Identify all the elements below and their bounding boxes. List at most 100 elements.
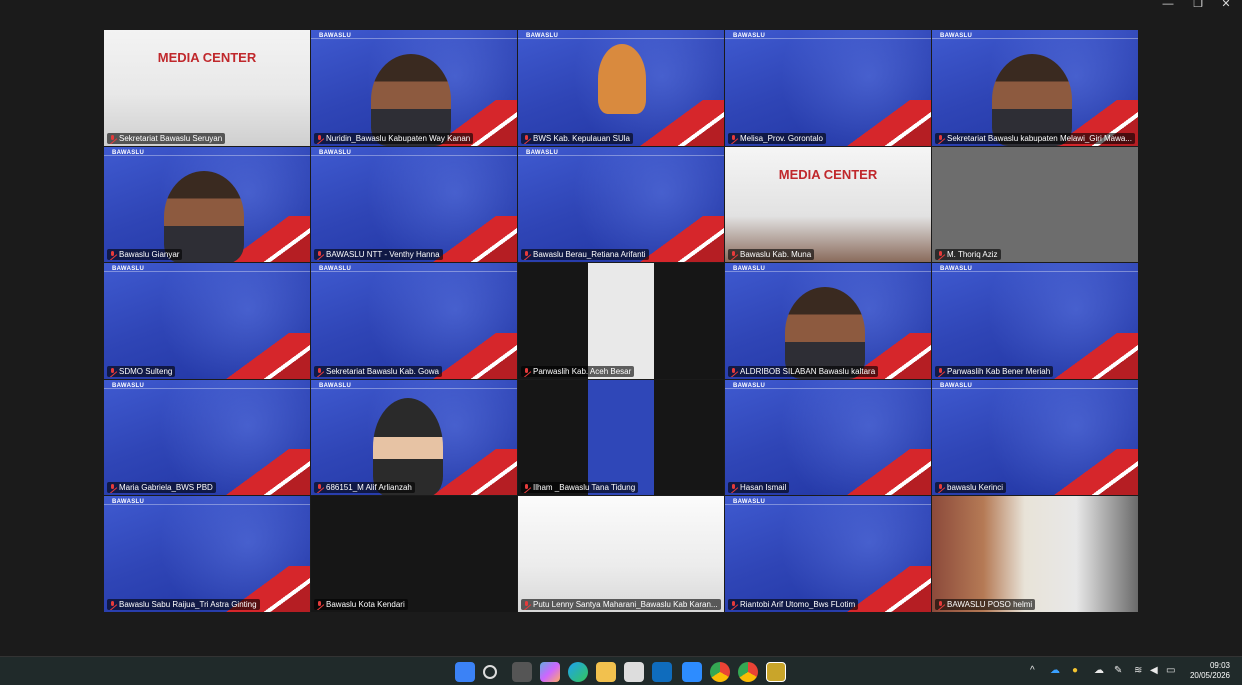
bawaslu-logo: BAWASLU xyxy=(733,33,766,39)
bawaslu-logo: BAWASLU xyxy=(319,266,352,273)
muted-mic-icon xyxy=(731,134,737,142)
copilot-icon[interactable] xyxy=(540,662,560,682)
participant-tile[interactable]: BAWASLU SDMO Sulteng xyxy=(104,263,310,379)
muted-mic-icon xyxy=(317,484,323,491)
bawaslu-logo: BAWASLU xyxy=(940,382,973,389)
close-button[interactable]: ✕ xyxy=(1212,0,1240,10)
windows-taskbar: ^ ☁ ● ☁ ✎ ≋ ◀ ▭ 09:03 20/05/2026 xyxy=(0,656,1242,685)
bawaslu-logo: BAWASLU xyxy=(319,33,352,39)
participant-name: Panwaslih Kab. Aceh Besar xyxy=(533,366,632,376)
participant-name-label: SDMO Sulteng xyxy=(107,365,176,377)
outlook-icon[interactable] xyxy=(652,662,672,682)
muted-mic-icon xyxy=(110,134,116,142)
participant-tile[interactable]: BAWASLU ALDRIBOB SILABAN Bawaslu kaltara xyxy=(725,263,931,379)
participant-name-label: Sekretariat Bawaslu kabupaten Melawi_Gir… xyxy=(935,132,1135,144)
participant-name-label: Hasan Ismail xyxy=(728,482,790,494)
participant-tile[interactable]: BAWASLU 686151_M Alif Arlianzah xyxy=(311,379,517,496)
participant-tile[interactable]: BAWASLU Nuridin_Bawaslu Kabupaten Way Kan… xyxy=(311,30,517,146)
zoom-icon[interactable] xyxy=(682,662,702,682)
wifi-icon[interactable]: ≋ xyxy=(1134,665,1142,676)
restore-button[interactable]: ❐ xyxy=(1184,0,1212,10)
chrome-icon[interactable] xyxy=(710,662,730,682)
participant-name: Putu Lenny Santya Maharani_Bawaslu Kab K… xyxy=(533,599,718,609)
active-app-icon[interactable] xyxy=(766,662,786,682)
muted-mic-icon xyxy=(110,367,116,375)
pen-icon[interactable]: ✎ xyxy=(1114,665,1122,676)
security-icon[interactable]: ● xyxy=(1072,665,1078,676)
participant-tile[interactable]: MEDIA CENTER Sekretariat Bawaslu Seruyan xyxy=(104,30,310,146)
bawaslu-logo: BAWASLU xyxy=(940,266,973,273)
participant-name-label: Bawaslu Kab. Muna xyxy=(728,249,815,261)
onedrive-icon[interactable]: ☁ xyxy=(1050,665,1060,676)
participant-name-label: Ilham _Bawaslu Tana Tidung xyxy=(521,482,639,494)
participant-tile[interactable]: BAWASLU Sekretariat Bawaslu Kab. Gowa xyxy=(311,263,517,379)
participant-name: BWS Kab. Kepulauan SUla xyxy=(533,133,630,143)
participant-name-label: Bawaslu Kota Kendari xyxy=(314,598,408,610)
minimize-button[interactable]: — xyxy=(1154,0,1182,10)
participant-name-label: bawaslu Kerinci xyxy=(935,482,1007,494)
participant-tile[interactable]: Bawaslu Kota Kendari xyxy=(311,496,517,612)
participant-name-label: Melisa_Prov. Gorontalo xyxy=(728,132,826,144)
participant-name: ALDRIBOB SILABAN Bawaslu kaltara xyxy=(740,366,876,376)
muted-mic-icon xyxy=(524,251,530,258)
cloud-icon[interactable]: ☁ xyxy=(1094,665,1104,676)
participant-name: Sekretariat Bawaslu kabupaten Melawi_Gir… xyxy=(947,133,1132,143)
participant-tile[interactable]: BAWASLU Hasan Ismail xyxy=(725,379,931,496)
participant-name: Maria Gabriela_BWS PBD xyxy=(119,483,213,493)
participant-tile[interactable]: BAWASLU Sekretariat Bawaslu kabupaten Mel… xyxy=(932,30,1138,146)
participant-video xyxy=(371,54,451,146)
participant-tile[interactable]: Ilham _Bawaslu Tana Tidung xyxy=(518,379,724,496)
participant-video xyxy=(588,379,654,496)
search-icon[interactable] xyxy=(483,665,497,679)
participant-tile[interactable]: BAWASLU Maria Gabriela_BWS PBD xyxy=(104,379,310,496)
participant-tile[interactable]: BAWASLU Riantobi Arif Utomo_Bws FLotim xyxy=(725,496,931,612)
task-view-icon[interactable] xyxy=(512,662,532,682)
muted-mic-icon xyxy=(317,600,323,608)
participant-tile[interactable]: BAWASLU Bawaslu Gianyar xyxy=(104,146,310,263)
participant-tile[interactable]: Panwaslih Kab. Aceh Besar xyxy=(518,263,724,379)
participant-name: Nuridin_Bawaslu Kabupaten Way Kanan xyxy=(326,133,471,143)
muted-mic-icon xyxy=(317,134,323,142)
participant-name-label: Nuridin_Bawaslu Kabupaten Way Kanan xyxy=(314,132,474,144)
participant-name-label: BAWASLU NTT - Venthy Hanna xyxy=(314,249,443,261)
chevron-up-icon[interactable]: ^ xyxy=(1030,665,1035,676)
muted-mic-icon xyxy=(524,367,530,375)
participant-name: Bawaslu Kab. Muna xyxy=(740,250,812,260)
participant-tile[interactable]: BAWASLU Bawaslu Sabu Raijua_Tri Astra Gin… xyxy=(104,496,310,612)
edge-icon[interactable] xyxy=(568,662,588,682)
participant-tile[interactable]: BAWASLU BAWASLU NTT - Venthy Hanna xyxy=(311,146,517,263)
windows-start-icon[interactable] xyxy=(455,662,475,682)
bawaslu-logo: BAWASLU xyxy=(112,149,145,156)
participant-name-label: BAWASLU POSO helmi xyxy=(935,598,1036,610)
participant-name: bawaslu Kerinci xyxy=(947,483,1004,493)
participant-name: Bawaslu Berau_Retiana Arifanti xyxy=(533,250,646,260)
volume-icon[interactable]: ◀ xyxy=(1150,665,1158,676)
chrome-profile-icon[interactable] xyxy=(738,662,758,682)
media-center-sign: MEDIA CENTER xyxy=(778,166,878,182)
participant-name: Sekretariat Bawaslu Kab. Gowa xyxy=(326,366,439,376)
bawaslu-logo: BAWASLU xyxy=(526,149,559,156)
participant-tile[interactable]: BAWASLU Melisa_Prov. Gorontalo xyxy=(725,30,931,146)
clock-time: 09:03 xyxy=(1209,661,1230,670)
system-clock[interactable]: 09:03 20/05/2026 xyxy=(1190,661,1230,681)
participant-tile[interactable]: Putu Lenny Santya Maharani_Bawaslu Kab K… xyxy=(518,496,724,612)
muted-mic-icon xyxy=(110,251,116,258)
participant-tile[interactable]: MEDIA CENTER Bawaslu Kab. Muna xyxy=(725,146,931,263)
participant-name: Bawaslu Sabu Raijua_Tri Astra Ginting xyxy=(119,599,257,609)
participant-tile[interactable]: BAWASLU Bawaslu Berau_Retiana Arifanti xyxy=(518,146,724,263)
file-explorer-icon[interactable] xyxy=(596,662,616,682)
participant-tile[interactable]: BAWASLU Panwaslih Kab Bener Meriah xyxy=(932,263,1138,379)
participant-tile[interactable]: BAWASLU BWS Kab. Kepulauan SUla xyxy=(518,30,724,146)
participant-tile[interactable]: M. Thoriq Aziz xyxy=(932,146,1138,263)
store-icon[interactable] xyxy=(624,662,644,682)
bawaslu-logo: BAWASLU xyxy=(733,499,766,506)
muted-mic-icon xyxy=(938,251,944,258)
muted-mic-icon xyxy=(938,600,944,608)
battery-icon[interactable]: ▭ xyxy=(1166,665,1175,676)
zoom-meeting-window: — ❐ ✕ MEDIA CENTER Sekretariat Bawaslu Se… xyxy=(0,0,1242,656)
participant-name-label: Panwaslih Kab Bener Meriah xyxy=(935,365,1054,377)
participant-tile[interactable]: BAWASLU POSO helmi xyxy=(932,496,1138,612)
muted-mic-icon xyxy=(110,600,116,608)
participant-name-label: Riantobi Arif Utomo_Bws FLotim xyxy=(728,598,859,610)
participant-tile[interactable]: BAWASLU bawaslu Kerinci xyxy=(932,379,1138,496)
